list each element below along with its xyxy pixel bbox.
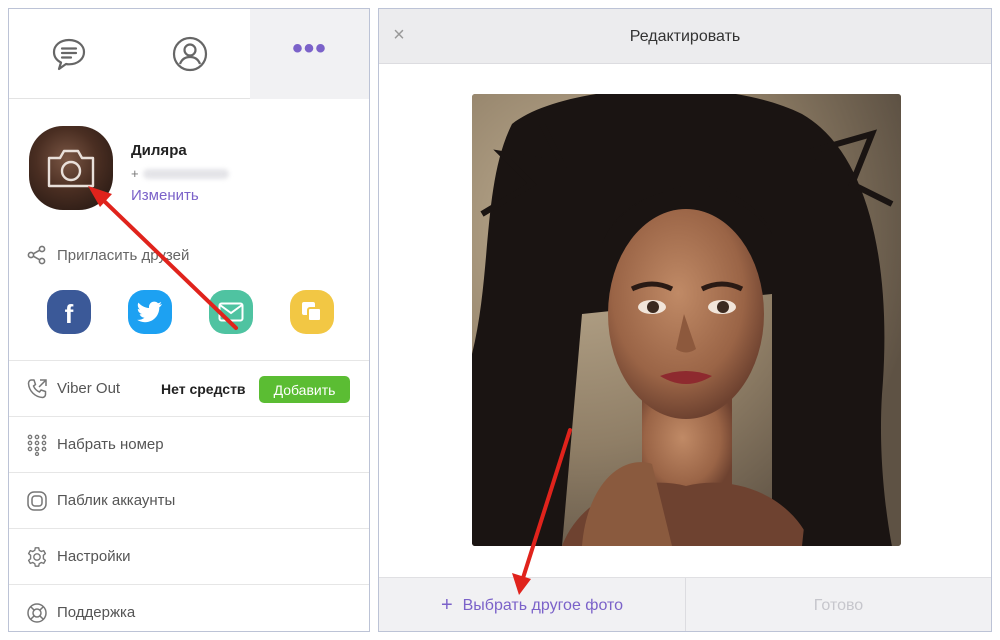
chat-bubble-icon [52,38,86,71]
camera-icon [47,149,95,188]
edit-photo-dialog: Редактировать × + Выбрать другое фото Го… [378,8,992,632]
facebook-icon: f [64,299,74,329]
close-icon[interactable]: × [387,23,411,47]
menu-item-public-accounts[interactable]: Паблик аккаунты [9,472,369,528]
choose-another-photo-button[interactable]: + Выбрать другое фото [379,578,685,631]
menu-item-dial[interactable]: Набрать номер [9,416,369,472]
invite-friends[interactable]: Пригласить друзей [27,245,189,265]
share-email-button[interactable] [209,290,253,334]
avatar[interactable] [29,126,113,210]
menu-item-label: Поддержка [57,604,136,621]
profile-section: Диляра + Изменить [9,100,369,230]
copy-icon [302,302,322,322]
public-accounts-icon [27,491,47,511]
edit-profile-link[interactable]: Изменить [131,187,199,204]
phone-number-blurred [142,168,229,179]
twitter-bird-icon [137,301,162,323]
phone-prefix: + [131,166,139,181]
gear-icon [27,547,47,567]
dialog-title: Редактировать [629,27,741,45]
menu-item-support[interactable]: Поддержка [9,584,369,631]
tab-bar: ••• [9,9,369,99]
more-dots-icon: ••• [292,32,327,65]
copy-link-button[interactable] [290,290,334,334]
dialog-footer: + Выбрать другое фото Готово [379,577,991,631]
envelope-icon [218,302,244,322]
choose-photo-label: Выбрать другое фото [462,597,624,614]
plus-icon: + [440,594,453,616]
portrait-photo [472,94,901,546]
done-button[interactable]: Готово [686,578,991,631]
share-icon [27,245,46,265]
profile-photo-preview[interactable] [472,94,901,546]
lifebuoy-icon [27,603,47,623]
viber-out-label: Viber Out [57,380,121,397]
viber-sidebar: ••• Диляра + Изменить Пригласить друзей … [8,8,370,632]
viber-out-balance: Нет средств [161,380,246,397]
phone-out-icon [27,379,47,399]
user-circle-icon [172,36,207,72]
tab-chats[interactable] [9,9,129,99]
profile-phone: + [131,166,229,181]
invite-label: Пригласить друзей [57,246,190,264]
tab-contacts[interactable] [129,9,250,99]
menu-item-label: Паблик аккаунты [57,492,176,509]
profile-name: Диляра [131,142,187,159]
menu-item-label: Настройки [57,548,131,565]
dialpad-icon [27,434,47,456]
share-twitter-button[interactable] [128,290,172,334]
share-facebook-button[interactable]: f [47,290,91,334]
add-credit-button[interactable]: Добавить [259,376,350,403]
dialog-header: Редактировать × [379,9,991,64]
menu-item-settings[interactable]: Настройки [9,528,369,584]
menu-item-label: Набрать номер [57,436,164,453]
viber-out-row: Viber Out Нет средств Добавить [9,360,369,416]
tab-more[interactable]: ••• [250,9,369,99]
